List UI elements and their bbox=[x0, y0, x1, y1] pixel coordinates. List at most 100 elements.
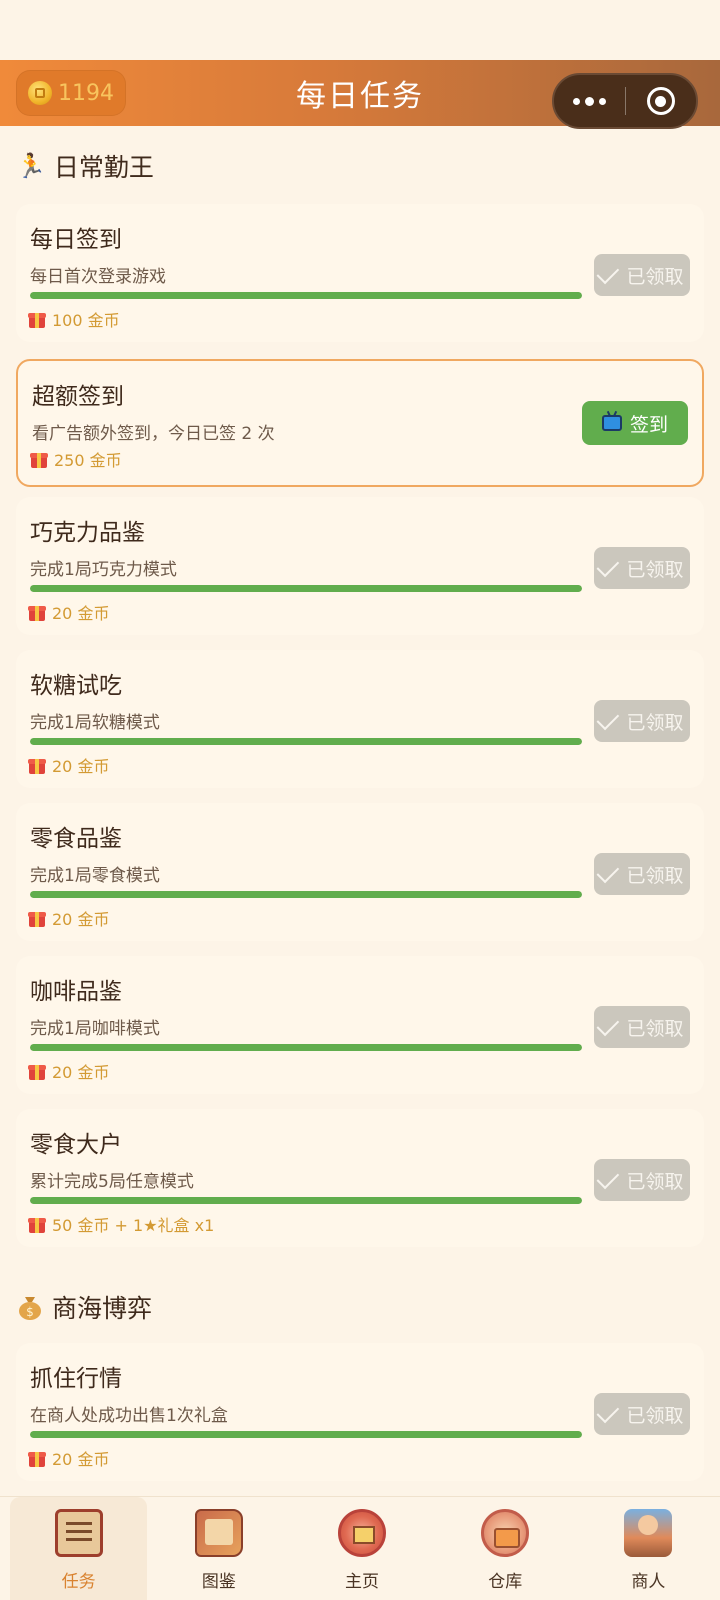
task-title: 抓住行情 bbox=[30, 1366, 122, 1392]
task-reward: 250 金币 bbox=[30, 447, 122, 471]
coin-balance[interactable]: 1194 bbox=[16, 70, 126, 116]
task-desc: 看广告额外签到，今日已签 2 次 bbox=[32, 424, 275, 444]
task-progress-bar bbox=[30, 292, 582, 299]
task-progress-bar bbox=[30, 1431, 582, 1438]
claimed-label: 已领取 bbox=[626, 864, 684, 887]
tab-label: 图鉴 bbox=[201, 1572, 236, 1592]
tv-icon bbox=[601, 415, 622, 431]
task-desc: 完成1局零食模式 bbox=[30, 866, 160, 886]
task-reward-text: 20 金币 bbox=[52, 757, 110, 776]
header-bar: 1194 每日任务 bbox=[0, 60, 720, 129]
task-card: 零食大户 累计完成5局任意模式 50 金币 + 1★礼盒 x1 已领取 bbox=[16, 1109, 704, 1247]
check-icon bbox=[597, 261, 620, 285]
task-card: 巧克力品鉴 完成1局巧克力模式 20 金币 已领取 bbox=[16, 497, 704, 635]
section-title-trade: $ 商海博弈 bbox=[16, 1287, 152, 1327]
task-reward: 50 金币 + 1★礼盒 x1 bbox=[28, 1212, 214, 1236]
book-icon bbox=[194, 1509, 243, 1557]
task-reward: 20 金币 bbox=[28, 1059, 109, 1083]
gift-icon bbox=[28, 1062, 46, 1080]
target-icon bbox=[646, 87, 675, 115]
tab-label: 任务 bbox=[61, 1572, 96, 1592]
tab-tasks[interactable]: 任务 bbox=[10, 1497, 148, 1600]
storehouse-icon bbox=[481, 1509, 530, 1557]
money-bag-icon: $ bbox=[19, 1297, 41, 1320]
check-icon bbox=[597, 554, 620, 578]
section-title-label: 日常勤王 bbox=[53, 153, 154, 182]
check-icon bbox=[597, 707, 620, 731]
task-title: 每日签到 bbox=[30, 227, 122, 253]
claimed-label: 已领取 bbox=[626, 265, 684, 288]
tab-label: 商人 bbox=[631, 1572, 666, 1592]
page-title: 每日任务 bbox=[296, 79, 424, 114]
task-title: 软糖试吃 bbox=[30, 673, 122, 699]
claimed-label: 已领取 bbox=[626, 1170, 684, 1193]
task-progress-bar bbox=[30, 585, 582, 592]
task-title: 零食大户 bbox=[30, 1132, 122, 1158]
gift-icon bbox=[28, 1449, 46, 1467]
task-title: 超额签到 bbox=[32, 384, 124, 410]
task-progress-bar bbox=[30, 738, 582, 745]
signin-label: 签到 bbox=[629, 413, 668, 436]
svg-text:$: $ bbox=[26, 1305, 34, 1319]
task-reward-text: 20 金币 bbox=[52, 1450, 110, 1469]
task-reward-text: 100 金币 bbox=[52, 311, 120, 330]
tab-home[interactable]: 主页 bbox=[290, 1497, 433, 1600]
task-reward-text: 250 金币 bbox=[54, 451, 122, 470]
task-reward-text: 20 金币 bbox=[52, 910, 110, 929]
claimed-button[interactable]: 已领取 bbox=[594, 700, 690, 742]
task-reward-text: 50 金币 + 1★礼盒 x1 bbox=[52, 1216, 215, 1235]
claimed-label: 已领取 bbox=[626, 711, 684, 734]
gift-icon bbox=[28, 909, 46, 927]
section-title-label: 商海博弈 bbox=[52, 1294, 153, 1323]
gift-icon bbox=[28, 603, 46, 621]
claimed-button[interactable]: 已领取 bbox=[594, 853, 690, 895]
claimed-label: 已领取 bbox=[626, 1404, 684, 1427]
task-card: 零食品鉴 完成1局零食模式 20 金币 已领取 bbox=[16, 803, 704, 941]
tab-storehouse[interactable]: 仓库 bbox=[434, 1497, 577, 1600]
home-icon bbox=[338, 1509, 387, 1557]
claimed-button[interactable]: 已领取 bbox=[594, 1159, 690, 1201]
gift-icon bbox=[28, 1215, 46, 1233]
task-title: 咖啡品鉴 bbox=[30, 979, 122, 1005]
task-title: 零食品鉴 bbox=[30, 826, 122, 852]
more-menu-button[interactable] bbox=[554, 75, 625, 127]
bottom-tab-bar: 任务 图鉴 主页 仓库 商人 bbox=[0, 1496, 720, 1600]
task-card: 软糖试吃 完成1局软糖模式 20 金币 已领取 bbox=[16, 650, 704, 788]
ad-signin-button[interactable]: 签到 bbox=[582, 401, 688, 445]
task-progress-bar bbox=[30, 891, 582, 898]
task-desc: 在商人处成功出售1次礼盒 bbox=[30, 1406, 228, 1426]
task-desc: 累计完成5局任意模式 bbox=[30, 1172, 194, 1192]
task-desc: 完成1局软糖模式 bbox=[30, 713, 160, 733]
claimed-button[interactable]: 已领取 bbox=[594, 254, 690, 296]
task-desc: 每日首次登录游戏 bbox=[30, 267, 166, 287]
task-reward-text: 20 金币 bbox=[52, 604, 110, 623]
task-card: 咖啡品鉴 完成1局咖啡模式 20 金币 已领取 bbox=[16, 956, 704, 1094]
gift-icon bbox=[30, 450, 48, 468]
gift-icon bbox=[28, 310, 46, 328]
claimed-button[interactable]: 已领取 bbox=[594, 1006, 690, 1048]
check-icon bbox=[597, 860, 620, 884]
task-reward: 20 金币 bbox=[28, 1446, 109, 1470]
close-miniapp-button[interactable] bbox=[626, 75, 697, 127]
task-desc: 完成1局咖啡模式 bbox=[30, 1019, 160, 1039]
tab-merchant[interactable]: 商人 bbox=[577, 1497, 720, 1600]
scroll-icon bbox=[54, 1509, 103, 1557]
check-icon bbox=[597, 1013, 620, 1037]
task-card-active: 超额签到 看广告额外签到，今日已签 2 次 250 金币 签到 bbox=[16, 359, 704, 487]
claimed-button[interactable]: 已领取 bbox=[594, 547, 690, 589]
task-progress-bar bbox=[30, 1044, 582, 1051]
check-icon bbox=[597, 1400, 620, 1424]
tab-collection[interactable]: 图鉴 bbox=[147, 1497, 290, 1600]
claimed-label: 已领取 bbox=[626, 558, 684, 581]
miniapp-capsule bbox=[552, 73, 698, 129]
task-desc: 完成1局巧克力模式 bbox=[30, 560, 177, 580]
task-reward: 20 金币 bbox=[28, 906, 109, 930]
claimed-button[interactable]: 已领取 bbox=[594, 1393, 690, 1435]
coin-count: 1194 bbox=[58, 80, 114, 106]
coin-icon bbox=[28, 81, 52, 105]
task-reward: 20 金币 bbox=[28, 600, 109, 624]
tab-label: 主页 bbox=[345, 1572, 380, 1592]
gift-icon bbox=[28, 756, 46, 774]
task-title: 巧克力品鉴 bbox=[30, 520, 145, 546]
status-bar bbox=[0, 0, 720, 60]
